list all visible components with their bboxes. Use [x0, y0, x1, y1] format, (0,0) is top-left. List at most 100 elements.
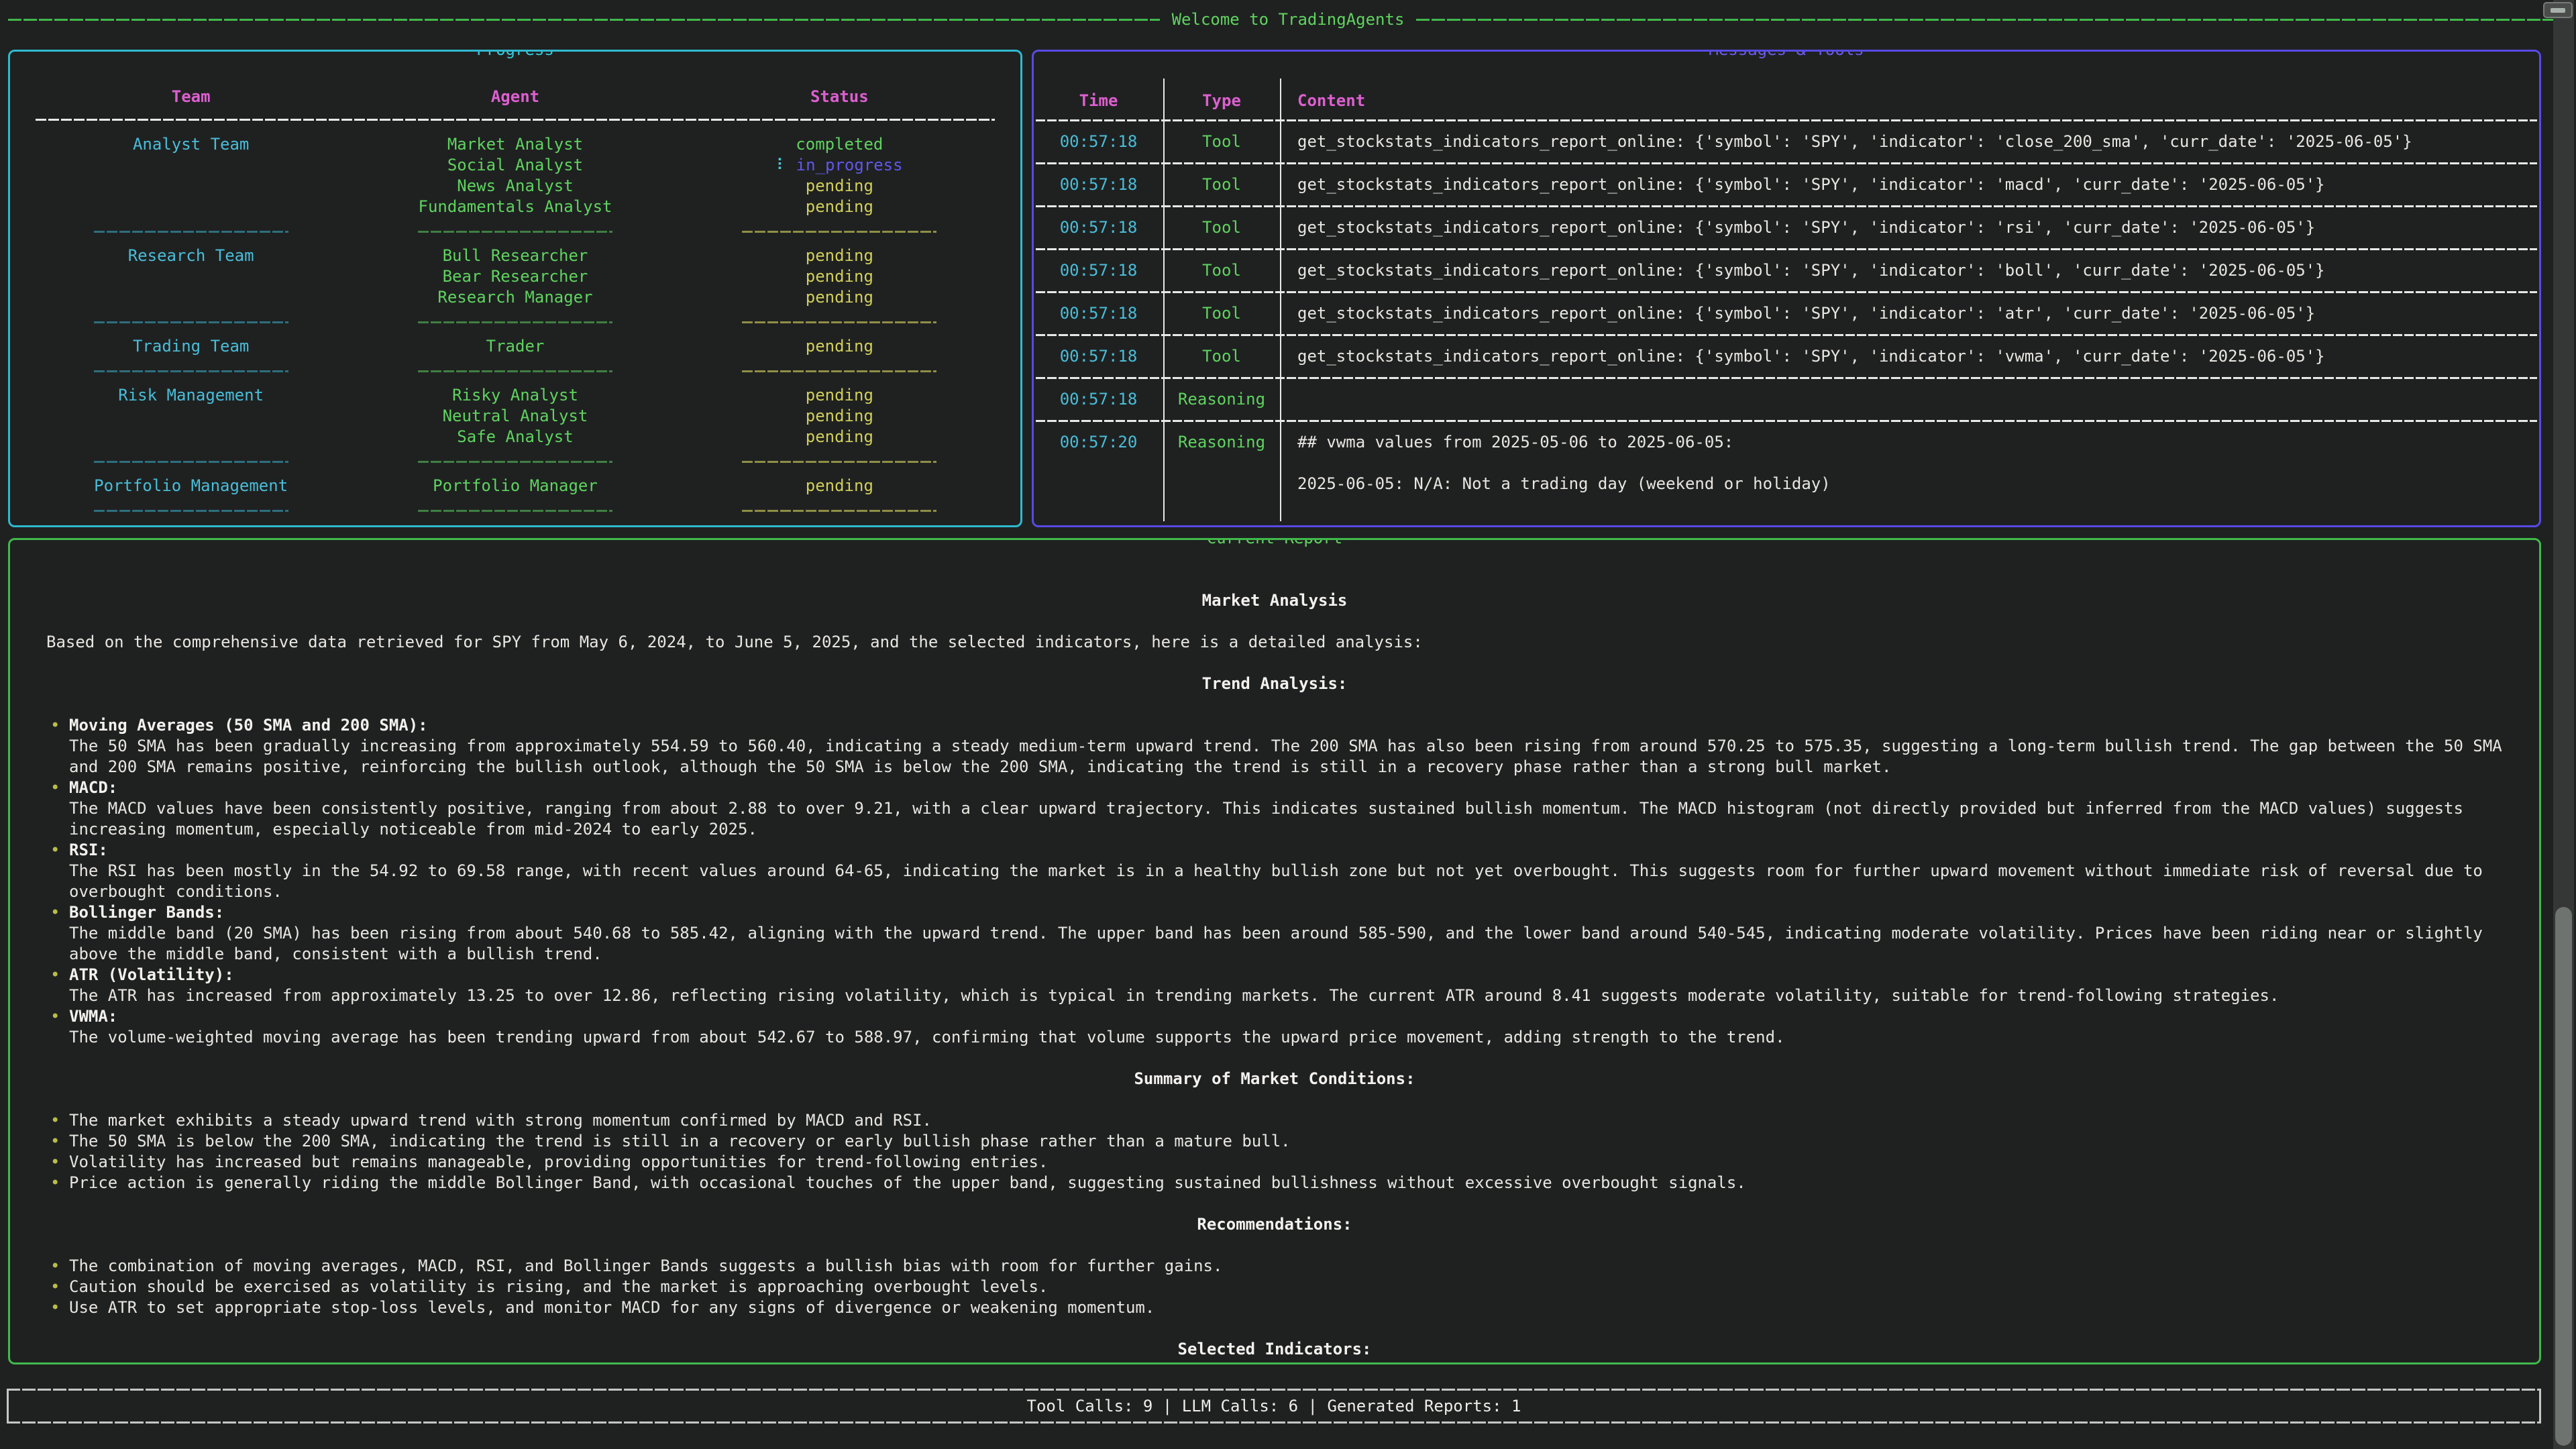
column-header-status: Status: [678, 87, 1002, 107]
agent-status: pending: [678, 336, 1002, 357]
welcome-rule: Welcome to TradingAgents: [0, 0, 2576, 30]
messages-panel-title: Messages & Tools: [1698, 50, 1874, 59]
scroll-top-button[interactable]: [2543, 2, 2573, 18]
agent-separator-line: [418, 231, 612, 233]
progress-row: Research TeamBull Researcherpending: [29, 246, 1002, 266]
report-bullet-body: The volume-weighted moving average has b…: [69, 1027, 2511, 1048]
report-section-heading: Summary of Market Conditions:: [38, 1069, 2511, 1089]
agent-name: Research Manager: [353, 287, 677, 308]
report-bullet: VWMA:The volume-weighted moving average …: [50, 1006, 2511, 1048]
message-content-line: ## vwma values from 2025-05-06 to 2025-0…: [1297, 432, 2527, 453]
messages-table-body: 00:57:18Toolget_stockstats_indicators_re…: [1034, 121, 2539, 504]
message-type: Tool: [1163, 260, 1280, 281]
progress-row: Bear Researcherpending: [29, 266, 1002, 287]
team-name: [29, 176, 353, 197]
message-row: 00:57:20Reasoning ## vwma values from 202…: [1034, 422, 2539, 504]
team-name: Risk Management: [29, 385, 353, 406]
report-bullet-title: ATR (Volatility):: [69, 965, 2511, 985]
progress-row: Safe Analystpending: [29, 427, 1002, 447]
progress-row: Research Managerpending: [29, 287, 1002, 308]
agent-status: pending: [678, 427, 1002, 447]
team-separator: [29, 308, 1002, 336]
agent-name: Bull Researcher: [353, 246, 677, 266]
messages-column-divider-2: [1280, 78, 1281, 521]
agent-separator-line: [418, 461, 612, 463]
message-time: 00:57:20: [1034, 432, 1163, 494]
progress-row: Trading TeamTraderpending: [29, 336, 1002, 357]
scrollbar-track[interactable]: [2553, 0, 2574, 1449]
team-name: [29, 427, 353, 447]
message-content: get_stockstats_indicators_report_online:…: [1280, 174, 2539, 195]
agent-name: Bear Researcher: [353, 266, 677, 287]
message-content: get_stockstats_indicators_report_online:…: [1280, 346, 2539, 367]
agent-status: ⠇in_progress: [678, 155, 1002, 176]
report-bullet: Volatility has increased but remains man…: [50, 1152, 2511, 1173]
report-section-heading: Recommendations:: [38, 1214, 2511, 1235]
messages-table-header: Time Type Content: [1034, 83, 2539, 119]
agent-status: pending: [678, 287, 1002, 308]
column-header-type: Type: [1163, 91, 1280, 111]
report-sections: Trend Analysis:Moving Averages (50 SMA a…: [38, 674, 2511, 1360]
message-content: get_stockstats_indicators_report_online:…: [1280, 131, 2539, 152]
team-separator: [29, 496, 1002, 525]
message-type: Tool: [1163, 174, 1280, 195]
progress-row: Analyst TeamMarket Analystcompleted: [29, 134, 1002, 155]
agent-status: pending: [678, 266, 1002, 287]
agent-name: News Analyst: [353, 176, 677, 197]
team-name: [29, 287, 353, 308]
report-bullet-body: The middle band (20 SMA) has been rising…: [69, 923, 2511, 965]
status-separator-line: [742, 231, 936, 233]
team-separator: [29, 357, 1002, 385]
message-row: 00:57:18Toolget_stockstats_indicators_re…: [1034, 250, 2539, 291]
column-header-agent: Agent: [353, 87, 677, 107]
message-time: 00:57:18: [1034, 131, 1163, 152]
progress-table-body: Analyst TeamMarket AnalystcompletedSocia…: [29, 134, 1002, 525]
agent-name: Safe Analyst: [353, 427, 677, 447]
message-content: get_stockstats_indicators_report_online:…: [1280, 260, 2539, 281]
message-time: 00:57:18: [1034, 174, 1163, 195]
agent-name: Trader: [353, 336, 677, 357]
message-content: [1280, 389, 2539, 410]
agent-name: Market Analyst: [353, 134, 677, 155]
report-bullet-list: The combination of moving averages, MACD…: [50, 1256, 2511, 1318]
message-type: Tool: [1163, 303, 1280, 324]
agent-name: Portfolio Manager: [353, 476, 677, 496]
message-time: 00:57:18: [1034, 389, 1163, 410]
message-time: 00:57:18: [1034, 303, 1163, 324]
message-content-line: get_stockstats_indicators_report_online:…: [1297, 217, 2527, 238]
progress-row: Portfolio ManagementPortfolio Managerpen…: [29, 476, 1002, 496]
progress-panel-title: Progress: [466, 50, 565, 59]
report-bullet: Use ATR to set appropriate stop-loss lev…: [50, 1297, 2511, 1318]
message-type: Tool: [1163, 346, 1280, 367]
message-row: 00:57:18Toolget_stockstats_indicators_re…: [1034, 121, 2539, 162]
agent-name: Social Analyst: [353, 155, 677, 176]
status-bar-right-border: [2539, 1390, 2541, 1422]
report-intro: Based on the comprehensive data retrieve…: [46, 632, 2511, 653]
message-content-line: get_stockstats_indicators_report_online:…: [1297, 131, 2527, 152]
report-panel: Current Report Market Analysis Based on …: [8, 538, 2541, 1364]
status-text: in_progress: [796, 156, 903, 174]
message-content: get_stockstats_indicators_report_online:…: [1280, 217, 2539, 238]
report-bullet: The 50 SMA is below the 200 SMA, indicat…: [50, 1131, 2511, 1152]
agent-name: Fundamentals Analyst: [353, 197, 677, 217]
agent-status: pending: [678, 476, 1002, 496]
status-bar-top-border: [7, 1389, 2541, 1391]
team-name: Analyst Team: [29, 134, 353, 155]
report-bullet: Bollinger Bands:The middle band (20 SMA)…: [50, 902, 2511, 965]
message-time: 00:57:18: [1034, 217, 1163, 238]
scrollbar-thumb[interactable]: [2555, 907, 2572, 1446]
report-bullet-title: MACD:: [69, 777, 2511, 798]
progress-row: Neutral Analystpending: [29, 406, 1002, 427]
progress-row: News Analystpending: [29, 176, 1002, 197]
report-bullet-body: The MACD values have been consistently p…: [69, 798, 2511, 840]
message-type: Reasoning: [1163, 432, 1280, 494]
report-bullet: Caution should be exercised as volatilit…: [50, 1277, 2511, 1297]
report-bullet-list: Moving Averages (50 SMA and 200 SMA):The…: [50, 715, 2511, 1048]
progress-table-header: Team Agent Status: [29, 87, 1002, 107]
messages-column-divider-1: [1163, 78, 1165, 521]
status-separator-line: [742, 510, 936, 512]
progress-header-underline: [36, 119, 995, 121]
message-content-line: get_stockstats_indicators_report_online:…: [1297, 260, 2527, 281]
agent-status: pending: [678, 406, 1002, 427]
message-content-line: [1297, 453, 2527, 474]
